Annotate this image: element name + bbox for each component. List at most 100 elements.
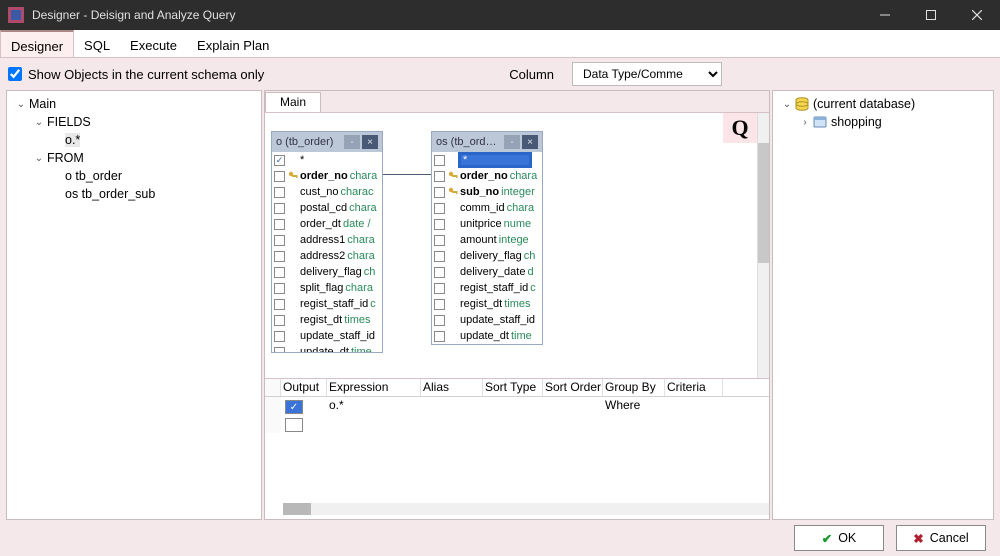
grid-expression-cell[interactable]: o.* [327, 397, 421, 415]
column-checkbox[interactable] [274, 315, 285, 326]
column-row[interactable]: order_nochara [272, 168, 382, 184]
column-checkbox[interactable] [434, 315, 445, 326]
tab-sql[interactable]: SQL [74, 30, 120, 57]
column-row[interactable]: regist_staff_idc [432, 280, 542, 296]
table-collapse-icon[interactable]: - [344, 135, 360, 149]
cancel-button[interactable]: ✖Cancel [896, 525, 986, 551]
column-row[interactable]: comm_idchara [432, 200, 542, 216]
tab-explain[interactable]: Explain Plan [187, 30, 279, 57]
column-row[interactable]: regist_dttimes [272, 312, 382, 328]
grid-hscrollbar[interactable] [283, 503, 769, 515]
column-row[interactable]: regist_dttimes [432, 296, 542, 312]
column-row[interactable]: regist_staff_idc [272, 296, 382, 312]
column-row[interactable]: order_dtdate / [272, 216, 382, 232]
grid-output-checkbox[interactable] [285, 418, 303, 432]
column-checkbox[interactable] [434, 267, 445, 278]
schema-tree-schema[interactable]: › shopping [777, 113, 989, 131]
column-checkbox[interactable] [434, 251, 445, 262]
column-checkbox[interactable] [434, 171, 445, 182]
column-display-select[interactable]: Data Type/Comment [572, 62, 722, 86]
column-row[interactable]: split_flagchara [272, 280, 382, 296]
column-row[interactable]: amountintege [432, 232, 542, 248]
column-checkbox[interactable] [274, 347, 285, 353]
column-checkbox[interactable] [274, 235, 285, 246]
grid-header-output: Output [281, 379, 327, 396]
column-row[interactable]: address1chara [272, 232, 382, 248]
column-checkbox[interactable] [274, 331, 285, 342]
canvas-tab-main[interactable]: Main [265, 92, 321, 112]
tree-fields[interactable]: ⌄FIELDS [11, 113, 257, 131]
column-row[interactable]: update_dttime [272, 344, 382, 352]
column-row[interactable]: address2chara [272, 248, 382, 264]
column-checkbox[interactable] [274, 203, 285, 214]
primary-key-icon [288, 171, 298, 181]
column-row[interactable]: cust_nocharac [272, 184, 382, 200]
grid-header: Output Expression Alias Sort Type Sort O… [265, 379, 769, 397]
column-row[interactable]: update_staff_id [432, 312, 542, 328]
key-placeholder [288, 187, 298, 197]
table-collapse-icon[interactable]: - [504, 135, 520, 149]
show-schema-only-checkbox[interactable] [8, 67, 22, 81]
column-checkbox[interactable] [434, 155, 445, 166]
window-maximize-button[interactable] [908, 0, 954, 30]
column-checkbox[interactable] [434, 235, 445, 246]
column-checkbox[interactable] [274, 187, 285, 198]
table-close-icon[interactable]: × [522, 135, 538, 149]
column-row[interactable]: postal_cdchara [272, 200, 382, 216]
grid-output-checkbox[interactable]: ✓ [285, 400, 303, 414]
table-header-o[interactable]: o (tb_order) - × [272, 132, 382, 152]
tab-execute[interactable]: Execute [120, 30, 187, 57]
key-placeholder [448, 331, 458, 341]
column-checkbox[interactable] [274, 267, 285, 278]
column-row[interactable]: delivery_flagch [432, 248, 542, 264]
tree-field-o-star[interactable]: o.* [11, 131, 257, 149]
key-placeholder [288, 315, 298, 325]
tree-from-o[interactable]: o tb_order [11, 167, 257, 185]
column-checkbox[interactable] [274, 299, 285, 310]
window-close-button[interactable] [954, 0, 1000, 30]
app-icon [8, 7, 24, 23]
column-checkbox[interactable] [434, 331, 445, 342]
ok-button[interactable]: ✔OK [794, 525, 884, 551]
table-box-os[interactable]: os (tb_order_s... - × order_nocharasub_n… [431, 131, 543, 345]
column-checkbox[interactable] [434, 299, 445, 310]
tree-main[interactable]: ⌄Main [11, 95, 257, 113]
column-row[interactable]: delivery_dated [432, 264, 542, 280]
column-star[interactable]: ✓* [272, 152, 382, 168]
table-header-os[interactable]: os (tb_order_s... - × [432, 132, 542, 152]
table-close-icon[interactable]: × [362, 135, 378, 149]
canvas-scrollbar[interactable] [757, 113, 769, 378]
column-row[interactable]: update_staff_id [272, 328, 382, 344]
key-placeholder [448, 203, 458, 213]
tab-designer[interactable]: Designer [0, 30, 74, 57]
table-box-o[interactable]: o (tb_order) - × ✓*order_nocharacust_noc… [271, 131, 383, 353]
diagram-canvas[interactable]: Q o (tb_order) - × ✓*order_nocharacust_n… [265, 113, 769, 379]
column-checkbox[interactable] [274, 283, 285, 294]
column-checkbox[interactable] [434, 187, 445, 198]
toolbar: Show Objects in the current schema only … [0, 58, 1000, 90]
column-checkbox[interactable] [274, 219, 285, 230]
column-checkbox[interactable] [274, 251, 285, 262]
show-schema-only-label: Show Objects in the current schema only [28, 67, 264, 82]
column-row[interactable]: order_nochara [432, 168, 542, 184]
column-row[interactable]: delivery_flagch [272, 264, 382, 280]
criteria-grid[interactable]: Output Expression Alias Sort Type Sort O… [265, 379, 769, 519]
column-checkbox[interactable] [274, 171, 285, 182]
schema-tree-db[interactable]: ⌄ (current database) [777, 95, 989, 113]
column-row[interactable]: update_dttime [432, 328, 542, 344]
join-line [381, 174, 433, 175]
grid-row-0[interactable]: ✓ o.* [265, 397, 769, 415]
tree-from-os[interactable]: os tb_order_sub [11, 185, 257, 203]
column-row[interactable]: unitpricenume [432, 216, 542, 232]
column-row[interactable]: sub_nointeger [432, 184, 542, 200]
column-star[interactable] [432, 152, 542, 168]
column-checkbox[interactable]: ✓ [274, 155, 285, 166]
query-structure-tree: ⌄Main ⌄FIELDS o.* ⌄FROM o tb_order os tb… [6, 90, 262, 520]
key-placeholder [288, 235, 298, 245]
grid-row-1[interactable] [265, 415, 769, 433]
column-checkbox[interactable] [434, 219, 445, 230]
window-minimize-button[interactable] [862, 0, 908, 30]
column-checkbox[interactable] [434, 283, 445, 294]
tree-from[interactable]: ⌄FROM [11, 149, 257, 167]
column-checkbox[interactable] [434, 203, 445, 214]
